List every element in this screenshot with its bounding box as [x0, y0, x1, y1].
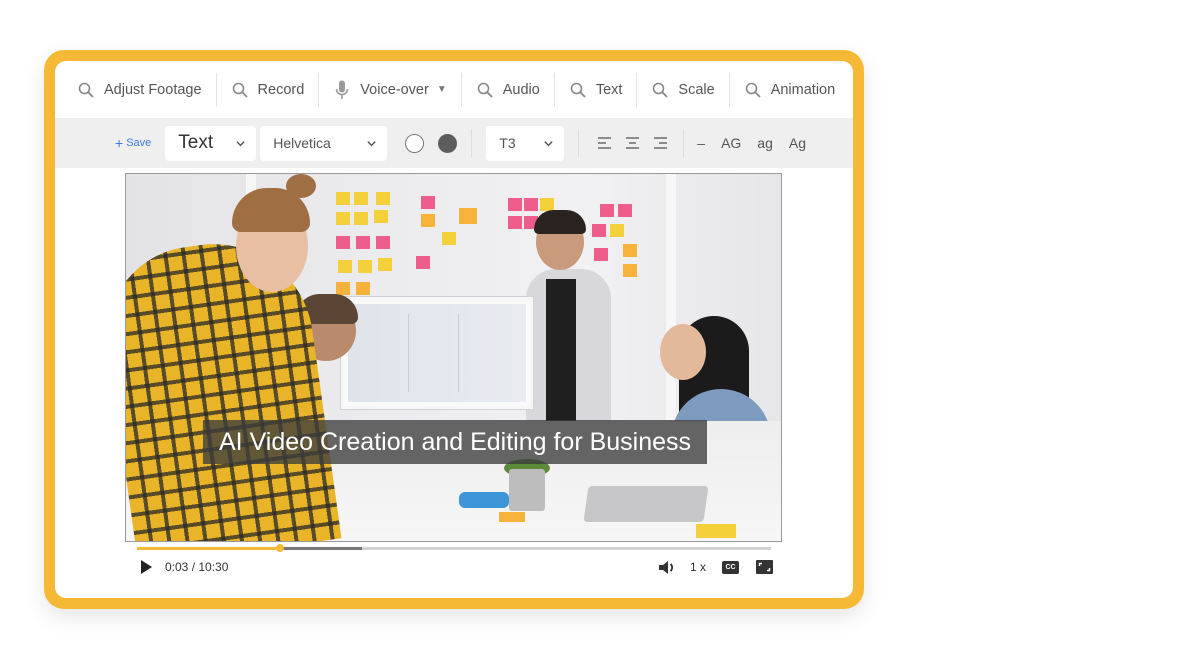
tool-label: Adjust Footage [104, 81, 202, 98]
tool-animation[interactable]: Animation [728, 72, 849, 107]
text-style-select[interactable]: Text [165, 125, 257, 161]
align-right-icon [654, 137, 668, 149]
video-preview[interactable]: AI Video Creation and Editing for Busine… [125, 173, 782, 542]
align-center-button[interactable] [621, 131, 645, 155]
play-icon [140, 560, 152, 574]
playback-speed-button[interactable]: 1 x [690, 560, 706, 574]
align-right-button[interactable] [649, 131, 673, 155]
divider [683, 129, 685, 157]
search-icon [77, 81, 95, 99]
align-left-button[interactable] [593, 131, 617, 155]
align-center-icon [626, 137, 640, 149]
search-icon [744, 81, 762, 99]
format-bar: + Save Text Helvetica T3 – AG ag Ag [55, 118, 853, 168]
tool-adjust-footage[interactable]: Adjust Footage [77, 73, 216, 107]
captions-button[interactable]: CC [722, 560, 739, 574]
align-left-icon [598, 137, 612, 149]
chevron-down-icon [236, 140, 245, 146]
editor-panel: Adjust Footage Record Voice-over ▼ Audio… [55, 61, 853, 598]
played-bar [137, 547, 280, 550]
play-button[interactable] [139, 559, 153, 575]
no-case-button[interactable]: – [692, 131, 710, 155]
tool-record[interactable]: Record [215, 72, 319, 107]
chevron-down-icon [367, 140, 376, 146]
tool-row: Adjust Footage Record Voice-over ▼ Audio… [55, 61, 853, 118]
caret-down-icon: ▼ [436, 84, 447, 95]
video-frame-image [126, 174, 781, 541]
fullscreen-button[interactable] [756, 560, 773, 574]
divider [578, 129, 580, 157]
tool-label: Text [595, 81, 623, 98]
tool-label: Scale [678, 81, 715, 98]
save-button[interactable]: + Save [115, 135, 151, 151]
chevron-down-icon [544, 140, 553, 146]
volume-button[interactable] [658, 560, 676, 575]
uppercase-button[interactable]: AG [716, 131, 746, 155]
search-icon [231, 81, 249, 99]
color-dark-swatch[interactable] [438, 133, 458, 153]
text-style-value: Text [178, 132, 214, 153]
tool-label: Animation [770, 81, 836, 98]
tool-label: Audio [502, 81, 540, 98]
search-icon [569, 81, 587, 99]
fullscreen-icon [758, 562, 771, 572]
microphone-icon [333, 80, 351, 99]
tool-text[interactable]: Text [553, 72, 637, 107]
video-caption[interactable]: AI Video Creation and Editing for Busine… [203, 420, 708, 464]
tool-scale[interactable]: Scale [636, 72, 728, 107]
color-white-swatch[interactable] [405, 133, 425, 153]
volume-icon [658, 560, 673, 574]
tool-label: Record [257, 81, 305, 98]
titlecase-button[interactable]: Ag [784, 131, 811, 155]
progress-scrubber-handle[interactable] [275, 544, 284, 552]
lowercase-button[interactable]: ag [752, 131, 778, 155]
plus-icon: + [115, 135, 124, 151]
search-icon [651, 81, 669, 99]
text-size-value: T3 [499, 135, 516, 151]
font-select[interactable]: Helvetica [260, 125, 388, 161]
divider [471, 129, 473, 157]
search-icon [476, 81, 494, 99]
tool-label: Voice-over [360, 81, 429, 98]
tool-audio[interactable]: Audio [460, 72, 554, 107]
editor-frame: Adjust Footage Record Voice-over ▼ Audio… [44, 50, 864, 609]
save-label: Save [126, 137, 152, 149]
video-progress-bar[interactable] [137, 544, 771, 552]
font-value: Helvetica [273, 135, 331, 151]
player-controls: 0:03 / 10:30 1 x CC [139, 555, 773, 579]
tool-voice-over[interactable]: Voice-over ▼ [318, 72, 460, 107]
time-display: 0:03 / 10:30 [165, 560, 229, 574]
text-size-select[interactable]: T3 [486, 125, 565, 161]
